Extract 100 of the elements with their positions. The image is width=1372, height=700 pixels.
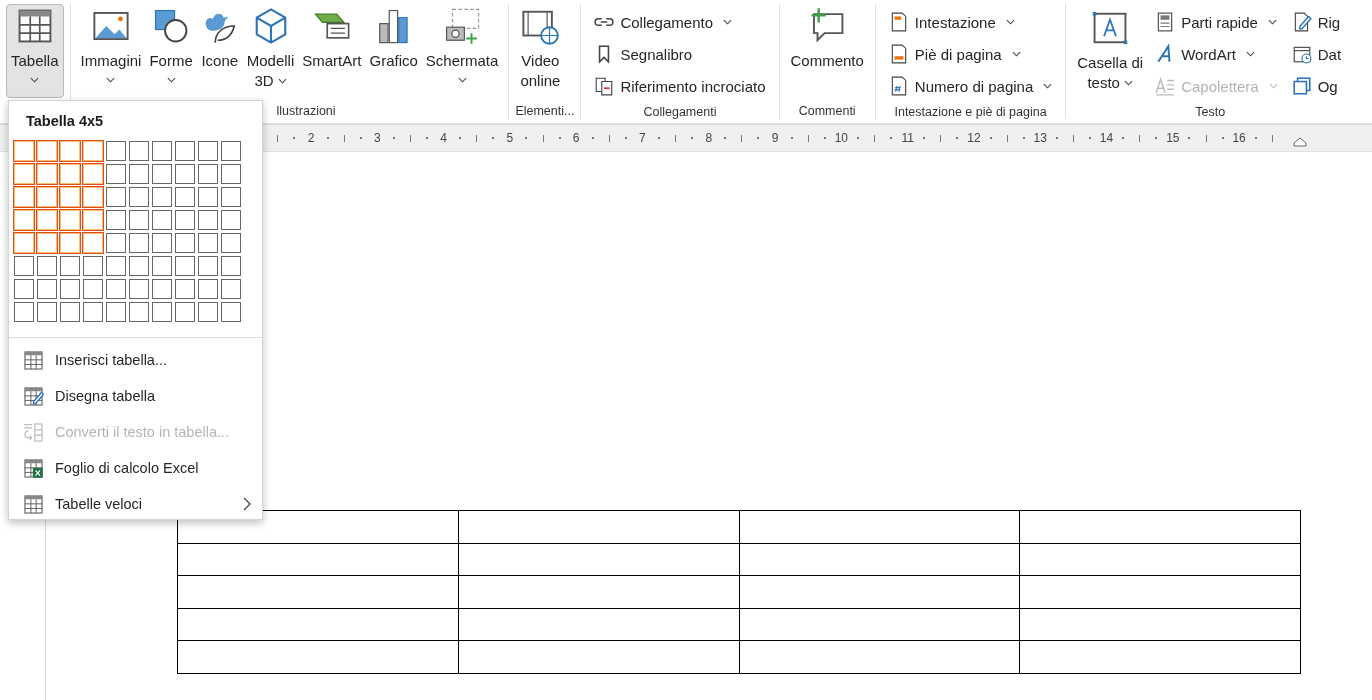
ribbon-button[interactable]: Collegamento <box>587 6 739 38</box>
grid-cell[interactable] <box>198 302 218 322</box>
grid-cell[interactable] <box>129 164 149 184</box>
grid-cell[interactable] <box>221 141 241 161</box>
grid-cell[interactable] <box>129 141 149 161</box>
grid-cell[interactable] <box>198 233 218 253</box>
grid-cell[interactable] <box>198 279 218 299</box>
ribbon-button[interactable]: Riferimento incrociato <box>587 70 773 102</box>
grid-cell[interactable] <box>221 302 241 322</box>
grid-cell[interactable] <box>152 302 172 322</box>
grid-cell[interactable] <box>106 187 126 207</box>
grid-cell[interactable] <box>60 279 80 299</box>
grid-cell[interactable] <box>175 302 195 322</box>
grid-cell[interactable] <box>221 233 241 253</box>
grid-cell[interactable] <box>221 256 241 276</box>
grid-cell[interactable] <box>221 187 241 207</box>
grid-cell[interactable] <box>152 256 172 276</box>
grid-cell[interactable] <box>152 187 172 207</box>
grid-cell[interactable] <box>129 279 149 299</box>
grid-cell[interactable] <box>198 256 218 276</box>
grid-cell[interactable] <box>152 210 172 230</box>
menu-item[interactable]: Foglio di calcolo Excel <box>9 450 262 486</box>
grid-cell[interactable] <box>129 233 149 253</box>
ribbon-button[interactable]: Rig <box>1284 6 1348 38</box>
indent-marker-icon[interactable] <box>1293 137 1307 147</box>
ruler-number: 16 <box>1231 131 1247 145</box>
grid-cell[interactable] <box>83 302 103 322</box>
menu-item[interactable]: Disegna tabella <box>9 378 262 414</box>
grid-cell[interactable] <box>175 164 195 184</box>
menu-item[interactable]: Tabelle veloci <box>9 486 262 522</box>
grid-cell[interactable] <box>83 256 103 276</box>
grid-cell[interactable] <box>129 210 149 230</box>
grid-cell[interactable] <box>60 256 80 276</box>
ruler-number: 13 <box>1032 131 1048 145</box>
ribbon-button[interactable]: Icone <box>196 4 243 98</box>
grid-cell[interactable] <box>129 256 149 276</box>
ribbon-button[interactable]: Piè di pagina <box>881 38 1028 70</box>
ribbon-button[interactable]: Grafico <box>365 4 422 98</box>
grid-cell[interactable] <box>175 141 195 161</box>
grid-cell[interactable] <box>198 210 218 230</box>
grid-cell[interactable] <box>37 279 57 299</box>
grid-cell[interactable] <box>221 164 241 184</box>
ribbon-button[interactable]: Numero di pagina <box>881 70 1060 102</box>
ruler-number: 14 <box>1098 131 1115 145</box>
ruler-number: 2 <box>306 131 316 145</box>
convert-text-to-table-icon <box>23 421 44 443</box>
ribbon-button[interactable]: WordArt <box>1148 38 1262 70</box>
grid-cell[interactable] <box>221 279 241 299</box>
ribbon-button[interactable]: Intestazione <box>881 6 1022 38</box>
grid-cell[interactable] <box>129 187 149 207</box>
group-label: llustrazioni <box>276 104 336 118</box>
ribbon-button[interactable]: Schermata <box>421 4 503 98</box>
ruler-number: 7 <box>638 131 647 145</box>
grid-cell[interactable] <box>129 302 149 322</box>
ribbon-button[interactable]: Casella di testo <box>1072 6 1149 98</box>
cross-reference-icon <box>594 76 615 96</box>
ribbon-button[interactable]: Forme <box>145 4 197 98</box>
grid-cell[interactable] <box>106 256 126 276</box>
grid-cell[interactable] <box>106 141 126 161</box>
grid-cell[interactable] <box>198 164 218 184</box>
ribbon-button[interactable]: Og <box>1284 70 1345 102</box>
grid-cell[interactable] <box>37 256 57 276</box>
table-icon <box>23 349 44 371</box>
ruler-number: 10 <box>833 131 849 145</box>
group-label: Intestazione e piè di pagina <box>894 105 1047 119</box>
grid-cell[interactable] <box>198 141 218 161</box>
spreadsheet-icon <box>23 457 44 479</box>
ribbon-button[interactable]: SmartArt <box>298 4 366 98</box>
grid-cell[interactable] <box>106 302 126 322</box>
grid-cell[interactable] <box>152 233 172 253</box>
grid-cell[interactable] <box>175 279 195 299</box>
ribbon-button[interactable]: Parti rapide <box>1148 6 1284 38</box>
grid-cell[interactable] <box>152 279 172 299</box>
grid-cell[interactable] <box>175 256 195 276</box>
grid-cell[interactable] <box>106 164 126 184</box>
grid-cell[interactable] <box>106 210 126 230</box>
grid-cell[interactable] <box>175 210 195 230</box>
grid-cell[interactable] <box>152 141 172 161</box>
grid-cell[interactable] <box>152 164 172 184</box>
ribbon-button[interactable]: Commento <box>785 4 869 98</box>
ribbon-button[interactable]: Video online <box>515 4 566 98</box>
grid-cell[interactable] <box>60 302 80 322</box>
grid-cell[interactable] <box>106 233 126 253</box>
ribbon-button[interactable]: Segnalibro <box>587 38 700 70</box>
ribbon-button[interactable]: Tabella <box>6 4 64 98</box>
grid-cell[interactable] <box>198 187 218 207</box>
grid-cell[interactable] <box>175 187 195 207</box>
grid-cell[interactable] <box>14 279 34 299</box>
grid-cell[interactable] <box>221 210 241 230</box>
grid-cell[interactable] <box>175 233 195 253</box>
grid-cell[interactable] <box>14 256 34 276</box>
ruler-number: 4 <box>439 131 448 145</box>
grid-cell[interactable] <box>14 302 34 322</box>
menu-item[interactable]: Inserisci tabella... <box>9 342 262 378</box>
ribbon-button[interactable]: Modelli 3D <box>242 4 299 98</box>
ribbon-button[interactable]: Dat <box>1284 38 1349 70</box>
grid-cell[interactable] <box>37 302 57 322</box>
ribbon-button[interactable]: Immagini <box>76 4 146 98</box>
grid-cell[interactable] <box>83 279 103 299</box>
grid-cell[interactable] <box>106 279 126 299</box>
